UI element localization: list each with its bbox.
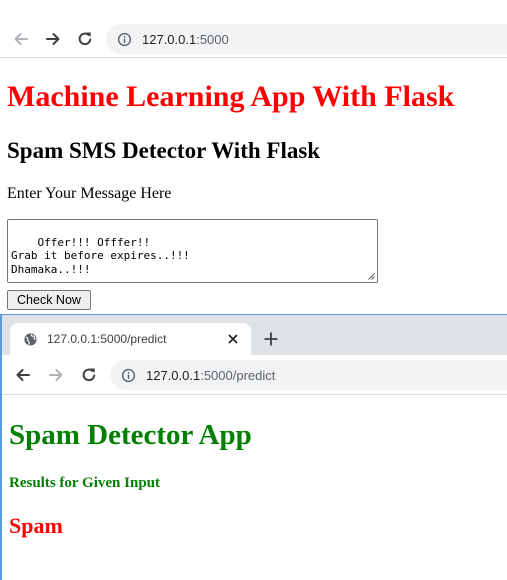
back-arrow-icon	[14, 33, 28, 45]
message-text: Offer!!! Offfer!! Grab it before expires…	[11, 235, 190, 276]
resize-handle-icon[interactable]	[368, 273, 375, 280]
reload-button[interactable]	[72, 26, 98, 52]
address-bar[interactable]: 127.0.0.1:5000	[106, 24, 507, 54]
reload-icon	[78, 32, 92, 46]
forward-button[interactable]	[43, 362, 69, 388]
results-subtitle: Results for Given Input	[9, 475, 160, 491]
address-bar[interactable]: 127.0.0.1:5000/predict	[110, 360, 507, 390]
page-subtitle: Spam SMS Detector With Flask	[7, 138, 321, 163]
close-icon[interactable]	[225, 331, 241, 347]
back-arrow-icon	[16, 369, 30, 381]
message-textarea[interactable]: Offer!!! Offfer!! Grab it before expires…	[7, 219, 378, 283]
url-host: 127.0.0.1	[142, 31, 197, 47]
forward-arrow-icon	[49, 369, 63, 381]
info-icon[interactable]	[121, 367, 137, 383]
home-page-window: 127.0.0.1:5000 Machine Learning App With…	[0, 0, 507, 314]
new-tab-button[interactable]	[261, 329, 281, 349]
plus-icon	[264, 332, 278, 346]
result-page-title: Spam Detector App	[9, 419, 252, 451]
info-icon[interactable]	[117, 31, 133, 47]
message-label: Enter Your Message Here	[7, 185, 172, 202]
url-path: :5000/predict	[200, 367, 276, 383]
forward-arrow-icon	[46, 33, 60, 45]
tab-title: 127.0.0.1:5000/predict	[47, 332, 167, 346]
toolbar-divider	[2, 394, 507, 395]
page-title: Machine Learning App With Flask	[7, 80, 455, 113]
toolbar-divider	[0, 57, 507, 58]
globe-icon	[23, 331, 39, 347]
url-path: :5000	[196, 31, 229, 47]
tab-predict[interactable]: 127.0.0.1:5000/predict	[10, 323, 251, 355]
back-button[interactable]	[10, 362, 36, 388]
prediction-result: Spam	[9, 513, 63, 538]
tab-strip: 127.0.0.1:5000/predict	[2, 315, 507, 355]
navigation-bar: 127.0.0.1:5000	[0, 19, 507, 59]
reload-button[interactable]	[76, 362, 102, 388]
navigation-bar: 127.0.0.1:5000/predict	[2, 355, 507, 395]
back-button[interactable]	[8, 26, 34, 52]
url-host: 127.0.0.1	[146, 367, 201, 383]
check-now-button[interactable]: Check Now	[7, 290, 91, 310]
reload-icon	[82, 368, 96, 382]
predict-page-window: 127.0.0.1:5000/predict 127.0.0.1:5000/pr…	[0, 314, 507, 580]
forward-button[interactable]	[40, 26, 66, 52]
